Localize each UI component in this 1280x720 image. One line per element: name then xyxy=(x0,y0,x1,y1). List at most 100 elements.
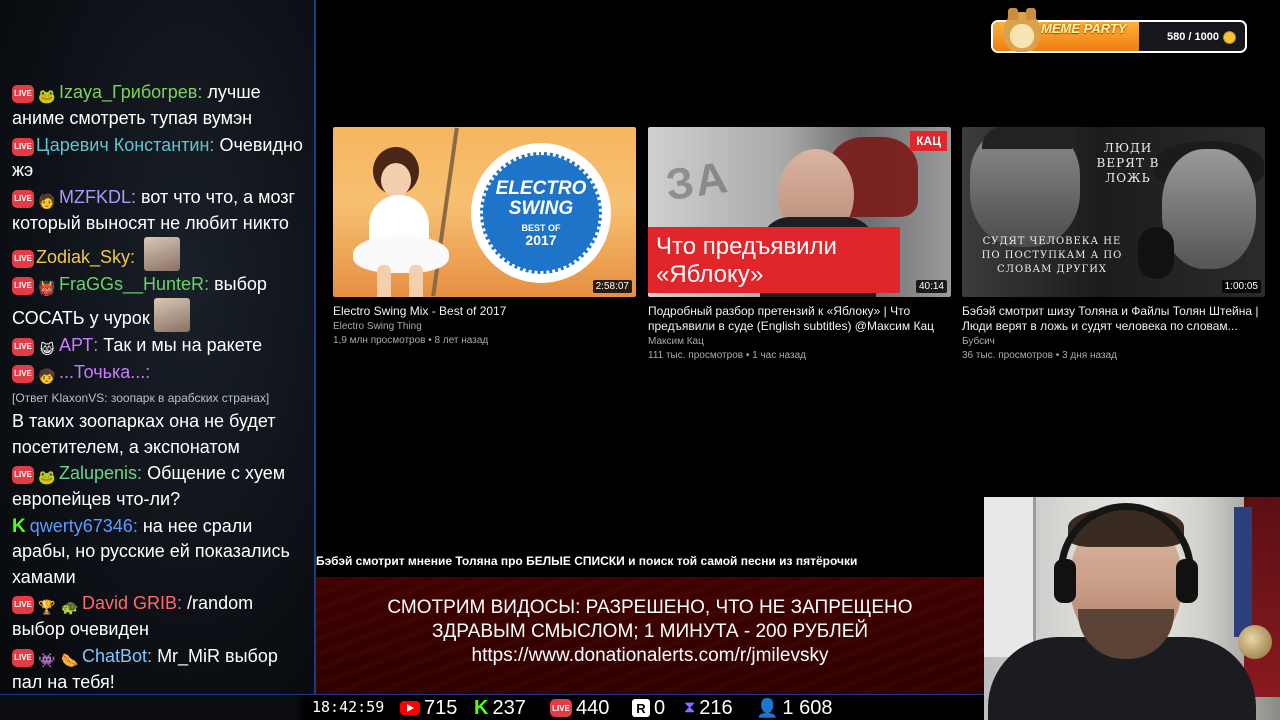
video-duration: 2:58:07 xyxy=(592,280,632,293)
user-badge-emote: 🌭 xyxy=(61,651,79,668)
background-window xyxy=(984,497,1036,657)
chat-username[interactable]: Царевич Константин xyxy=(36,135,209,155)
channel-badge: КАЦ xyxy=(910,131,947,151)
chat-username[interactable]: ChatBot xyxy=(82,646,147,666)
chat-username[interactable]: АРТ xyxy=(59,335,93,355)
meme-party-count: 580 / 1000 xyxy=(1167,31,1219,43)
chat-username[interactable]: ...Точька... xyxy=(59,362,145,382)
background-flag xyxy=(1234,507,1252,637)
chat-message: LIVE 🧑 MZFKDL: вот что что, а мозг который… xyxy=(12,186,296,233)
video-thumbnail[interactable]: ELECTRO SWING BEST OF 2017 2:58:07 xyxy=(333,127,636,297)
video-card-bubsich[interactable]: ЛЮДИ ВЕРЯТ В ЛОЖЬ СУДЯТ ЧЕЛОВЕКА НЕ ПО П… xyxy=(962,127,1265,363)
live-badge-icon: LIVE xyxy=(12,365,34,383)
webcam-feed xyxy=(984,497,1280,720)
user-badge-emote: 👹 xyxy=(38,280,56,296)
logo-line: ELECTRO xyxy=(495,178,587,199)
video-channel[interactable]: Бубсич xyxy=(962,335,1265,349)
hourglass-icon: ⧗ xyxy=(684,699,696,716)
live-badge-icon: LIVE xyxy=(12,648,34,667)
youtube-count: 715 xyxy=(424,696,458,719)
total-count: 1 608 xyxy=(782,696,833,719)
video-duration: 1:00:05 xyxy=(1221,280,1261,293)
live-badge-icon: LIVE xyxy=(12,277,34,295)
user-badge-emote: 🐸 xyxy=(38,88,56,104)
chat-message: LIVE 😸 АРТ: Так и мы на ракете xyxy=(12,333,308,359)
video-title[interactable]: Бэбэй смотрит шизу Толяна и Файлы Толян … xyxy=(962,304,1265,334)
chat-username[interactable]: Zalupenis xyxy=(59,463,137,483)
stream-clock: 18:42:59 xyxy=(312,698,385,716)
video-title[interactable]: Electro Swing Mix - Best of 2017 xyxy=(333,304,636,319)
chat-message: LIVE 🏆 🐢 David GRIB: /random выбор очевиден xyxy=(12,593,254,639)
chat-message: LIVE 🧒 ...Точька...: xyxy=(12,360,308,386)
chat-message-list: LIVE 🐸 Izaya_Грибогрев: лучше аниме смотре… xyxy=(0,80,314,694)
coin-icon xyxy=(1223,31,1236,44)
video-channel[interactable]: Electro Swing Thing xyxy=(333,320,636,334)
now-playing-title: Бэбэй смотрит мнение Толяна про БЕЛЫЕ СП… xyxy=(316,554,858,568)
viewer-stats-bar: 18:42:59 715 K 237 LIVE 440 R 0 ⧗ 216 👤 … xyxy=(0,694,984,720)
doge-icon xyxy=(1004,8,1040,52)
chat-message: Kqwerty67346: на нее срали арабы, но рус… xyxy=(12,515,290,587)
rutube-viewers: R 0 xyxy=(632,695,665,720)
video-card-electro-swing[interactable]: ELECTRO SWING BEST OF 2017 2:58:07 Elect… xyxy=(333,127,636,348)
video-meta: 36 тыс. просмотров • 3 дня назад xyxy=(962,350,1117,361)
live-badge-icon: LIVE xyxy=(12,85,34,103)
donation-link[interactable]: https://www.donationalerts.com/r/jmilevs… xyxy=(316,644,984,668)
rutube-count: 0 xyxy=(654,696,666,719)
chat-username[interactable]: MZFKDL xyxy=(59,187,131,207)
pinup-skirt xyxy=(353,235,449,273)
user-badge-emote: 👾 xyxy=(38,651,56,668)
video-duration: 40:14 xyxy=(915,280,947,293)
chat-message: LIVE 👹 FraGGs__HunteR: выбор СОСАТЬ у чуро… xyxy=(12,272,308,332)
thumbnail-banner: Что предъявили «Яблоку» xyxy=(648,227,900,293)
user-badge-emote: 🧑 xyxy=(38,192,56,209)
headphone-cup xyxy=(1054,559,1076,603)
chat-username[interactable]: Izaya_Грибогрев xyxy=(59,82,197,102)
banner-line: «Яблоку» xyxy=(656,261,764,288)
meme-party-title: MEME PARTY xyxy=(1041,21,1127,36)
pinup-leg xyxy=(377,265,391,297)
logo-line: 2017 xyxy=(525,232,557,248)
reply-reference: [Ответ KlaxonVS: зоопарк в арабских стра… xyxy=(12,391,270,405)
kick-count: 237 xyxy=(492,696,526,719)
sticker-emote xyxy=(144,237,181,271)
headphone-cup xyxy=(1176,559,1198,603)
person-icon: 👤 xyxy=(756,697,779,718)
live-badge-icon: LIVE xyxy=(12,338,34,356)
logo-line: SWING xyxy=(508,198,574,219)
sticker-emote xyxy=(153,298,190,332)
electro-swing-logo: ELECTRO SWING BEST OF 2017 xyxy=(471,143,611,283)
video-card-yabloko[interactable]: ЗА КАЦ Что предъявили «Яблоку» 40:14 Под… xyxy=(648,127,951,363)
vk-live-icon: LIVE xyxy=(550,699,572,717)
chat-text: В таких зоопарках она не будет посетител… xyxy=(12,411,276,457)
total-viewers: 👤 1 608 xyxy=(756,695,832,720)
chat-panel: LIVE 🐸 Izaya_Грибогрев: лучше аниме смотре… xyxy=(0,0,316,694)
chat-username[interactable]: Zodiak_Sky xyxy=(36,247,130,267)
thumbnail-caption-top: ЛЮДИ ВЕРЯТ В ЛОЖЬ xyxy=(1096,141,1160,185)
youtube-viewers: 715 xyxy=(400,695,457,720)
chat-message: LIVE 🐸 Izaya_Грибогрев: лучше аниме смотре… xyxy=(12,82,261,128)
video-meta: 1,9 млн просмотров • 8 лет назад xyxy=(333,335,489,346)
video-meta: 111 тыс. просмотров • 1 час назад xyxy=(648,350,806,361)
vk-viewers: LIVE 440 xyxy=(550,695,609,720)
live-badge-icon: LIVE xyxy=(12,137,34,156)
video-channel[interactable]: Максим Кац xyxy=(648,335,951,349)
youtube-icon xyxy=(400,701,420,715)
rutube-icon: R xyxy=(632,699,650,717)
chat-username[interactable]: David GRIB xyxy=(82,593,177,613)
pinup-face xyxy=(381,163,411,197)
chat-message: LIVE 🐸 Zalupenis: Общение с хуем европейце… xyxy=(12,463,286,509)
twitch-viewers: ⧗ 216 xyxy=(684,695,733,720)
chat-message: LIVE Zodiak_Sky: xyxy=(12,237,308,271)
video-thumbnail[interactable]: ЗА КАЦ Что предъявили «Яблоку» 40:14 xyxy=(648,127,951,297)
user-badge-emote: 🐢 xyxy=(61,599,79,615)
swing-rope xyxy=(431,127,459,297)
thumbnail-caption-bottom: СУДЯТ ЧЕЛОВЕКА НЕ ПО ПОСТУПКАМ А ПО СЛОВ… xyxy=(981,236,1123,275)
vk-count: 440 xyxy=(576,696,610,719)
person-face-right xyxy=(1162,149,1256,269)
video-thumbnail[interactable]: ЛЮДИ ВЕРЯТ В ЛОЖЬ СУДЯТ ЧЕЛОВЕКА НЕ ПО П… xyxy=(962,127,1265,297)
video-title[interactable]: Подробный разбор претензий к «Яблоку» | … xyxy=(648,304,951,334)
chat-username[interactable]: FraGGs__HunteR xyxy=(59,274,204,294)
twitch-count: 216 xyxy=(699,696,733,719)
chat-username[interactable]: qwerty67346 xyxy=(30,516,133,536)
kick-icon: K xyxy=(474,696,489,719)
